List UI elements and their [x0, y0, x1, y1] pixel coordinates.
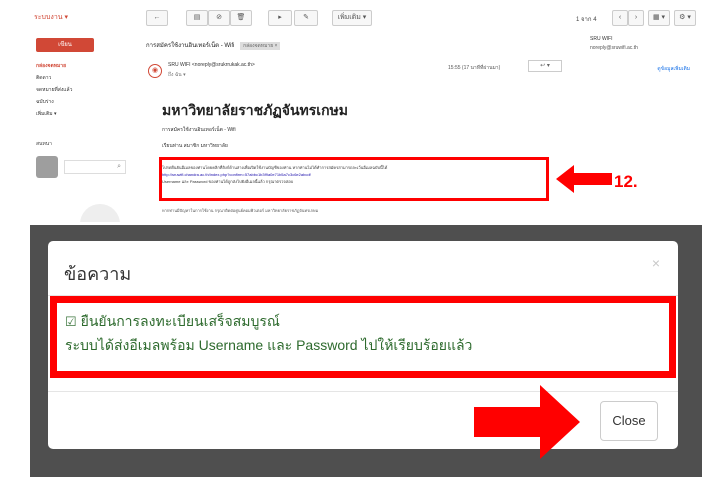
dialog-body: ☑ ยืนยันการลงทะเบียนเสร็จสมบูรณ์ ระบบได้ส… [48, 296, 678, 396]
contact-card: SRU WIFI noreply@sruwifi.ac.th ดูข้อมูลเ… [590, 36, 690, 92]
sidebar-item-sent[interactable]: จดหมายที่ส่งแล้ว [36, 86, 72, 94]
close-icon[interactable]: × [652, 255, 660, 271]
confirmation-link-highlight [159, 157, 549, 201]
app-brand[interactable]: ระบบงาน ▾ [34, 12, 68, 23]
settings-button[interactable]: ⚙ ▾ [674, 10, 696, 26]
sidebar-item-drafts[interactable]: ฉบับร่าง [36, 98, 54, 106]
step-arrow-right-icon [474, 385, 580, 459]
contact-more-link[interactable]: ดูข้อมูลเพิ่มเติม [590, 65, 690, 73]
check-square-icon: ☑ [65, 314, 77, 329]
more-actions-button[interactable]: เพิ่มเติม ▾ [332, 10, 372, 26]
step-label: 12. [614, 172, 638, 191]
spam-button[interactable]: ⊘ [208, 10, 230, 26]
chat-search-input[interactable]: ⌕ [64, 160, 126, 174]
mail-sidebar: ระบบงาน ▾ เขียน กล่องจดหมาย ติดดาว จดหมา… [28, 0, 140, 222]
sidebar-item-inbox[interactable]: กล่องจดหมาย [36, 62, 66, 70]
close-button[interactable]: Close [600, 401, 658, 441]
confirmation-detail: ระบบได้ส่งอีเมลพร้อม Username และ Passwo… [65, 337, 473, 353]
confirmation-title: ☑ ยืนยันการลงทะเบียนเสร็จสมบูรณ์ [65, 311, 280, 333]
move-to-button[interactable]: ▸ [268, 10, 292, 26]
compose-button[interactable]: เขียน [36, 38, 94, 52]
labels-button[interactable]: ✎ [294, 10, 318, 26]
message-date: 15:55 (17 นาทีที่ผ่านมา) [448, 65, 501, 71]
sender-name: SRU WIFI <noreply@srukrrukak.ac.th> [168, 62, 255, 68]
sidebar-item-more[interactable]: เพิ่มเติม ▾ [36, 110, 56, 118]
confirmation-title-text: ยืนยันการลงทะเบียนเสร็จสมบูรณ์ [80, 313, 280, 329]
sender-avatar-icon: ◉ [148, 64, 162, 78]
message-count: 1 จาก 4 [576, 17, 597, 23]
search-icon: ⌕ [117, 163, 121, 170]
email-subject: การสมัครใช้งานอินเทอร์เน็ต - Wifi กล่องจ… [146, 40, 281, 50]
inbox-label-badge[interactable]: กล่องจดหมาย × [240, 42, 281, 50]
dialog-footer: Close [48, 391, 678, 449]
step-arrow-left-icon [556, 165, 612, 193]
mail-toolbar: ← ▤ ⊘ 🗑 ▸ ✎ เพิ่มเติม ▾ 1 จาก 4 ‹ › ▦ ▾ … [146, 6, 696, 28]
recipient-details[interactable]: ถึง ฉัน ▾ [168, 71, 186, 79]
archive-button[interactable]: ▤ [186, 10, 208, 26]
subject-text: การสมัครใช้งานอินเทอร์เน็ต - Wifi [146, 43, 235, 49]
view-toggle-button[interactable]: ▦ ▾ [648, 10, 670, 26]
contact-email: noreply@sruwifi.ac.th [590, 45, 638, 51]
hangouts-avatar [80, 204, 120, 222]
email-footer: หากท่านมีปัญหาในการใช้งาน กรุณาติดต่อศูน… [162, 208, 319, 213]
back-button[interactable]: ← [146, 10, 168, 26]
sidebar-item-starred[interactable]: ติดดาว [36, 74, 51, 82]
contact-name: SRU WIFI [590, 36, 613, 42]
chat-label: สนทนา [36, 141, 52, 147]
dialog-title: ข้อความ [64, 264, 132, 284]
avatar[interactable] [36, 156, 58, 178]
confirmation-message-highlight: ☑ ยืนยันการลงทะเบียนเสร็จสมบูรณ์ ระบบได้ส… [50, 296, 676, 378]
dialog-header: ข้อความ × [48, 241, 678, 296]
delete-button[interactable]: 🗑 [230, 10, 252, 26]
prev-message-button[interactable]: ‹ [612, 10, 628, 26]
reply-button[interactable]: ↩ ▾ [528, 60, 562, 72]
message-dialog: ข้อความ × ☑ ยืนยันการลงทะเบียนเสร็จสมบูรณ… [48, 241, 678, 449]
university-heading: มหาวิทยาลัยราชภัฏจันทรเกษม [162, 102, 349, 118]
next-message-button[interactable]: › [628, 10, 644, 26]
email-line-greeting: เรียนท่าน สมาชิก มหาวิทยาลัย [162, 143, 228, 149]
email-line-service: การสมัครใช้งานอินเทอร์เน็ต - Wifi [162, 127, 236, 133]
